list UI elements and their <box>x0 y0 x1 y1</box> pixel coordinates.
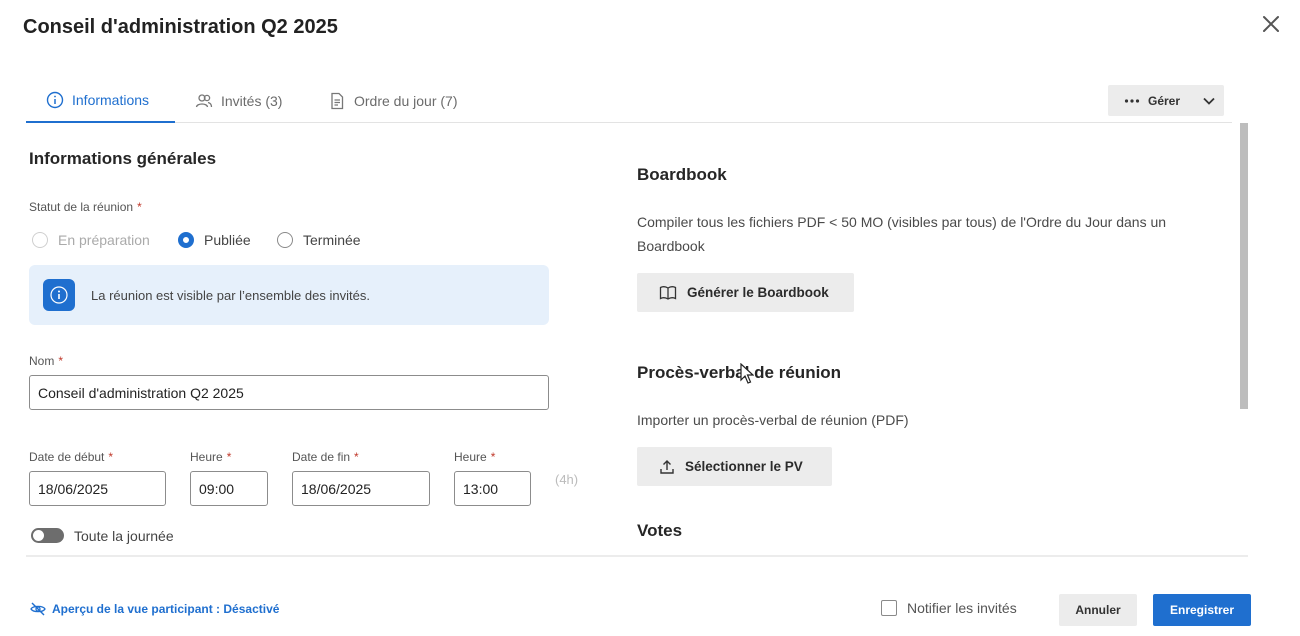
button-label: Sélectionner le PV <box>685 459 803 474</box>
radio-publiee[interactable]: Publiée <box>178 232 251 248</box>
section-title-general: Informations générales <box>29 149 217 168</box>
section-title-boardbook: Boardbook <box>637 165 727 184</box>
dialog-title: Conseil d'administration Q2 2025 <box>23 16 338 38</box>
radio-dot <box>178 232 194 248</box>
manage-label: Gérer <box>1148 93 1181 108</box>
footer-divider <box>26 555 1248 557</box>
button-label: Générer le Boardbook <box>687 285 829 300</box>
participant-preview-link[interactable]: Aperçu de la vue participant : Désactivé <box>30 602 279 616</box>
close-icon[interactable] <box>1259 12 1283 36</box>
all-day-label: Toute la journée <box>74 528 174 544</box>
tab-bar: Informations Invités (3) Ordre du jour (… <box>26 84 1232 123</box>
start-date-input[interactable]: 18/06/2025 <box>29 471 166 506</box>
section-title-votes: Votes <box>637 521 683 540</box>
preview-label: Aperçu de la vue participant : Désactivé <box>52 602 280 616</box>
radio-label: Terminée <box>303 232 361 248</box>
end-date-label: Date de fin * <box>292 450 359 464</box>
chevron-down-icon <box>1203 97 1215 105</box>
tab-label: Ordre du jour (7) <box>354 92 458 109</box>
notify-label: Notifier les invités <box>907 600 1017 616</box>
name-input[interactable]: Conseil d'administration Q2 2025 <box>29 375 549 410</box>
document-icon <box>331 92 344 109</box>
book-icon <box>659 285 677 300</box>
radio-dot <box>32 232 48 248</box>
end-date-input[interactable]: 18/06/2025 <box>292 471 430 506</box>
end-time-label: Heure * <box>454 450 496 464</box>
manage-button[interactable]: Gérer <box>1108 85 1224 116</box>
more-dots-icon <box>1124 98 1140 103</box>
radio-label: Publiée <box>204 232 251 248</box>
radio-en-preparation[interactable]: En préparation <box>32 232 150 248</box>
mouse-cursor-icon <box>740 363 754 384</box>
users-icon <box>195 93 213 107</box>
tab-ordre-du-jour[interactable]: Ordre du jour (7) <box>328 84 457 123</box>
tab-label: Invités (3) <box>221 92 283 109</box>
radio-dot <box>277 232 293 248</box>
status-label: Statut de la réunion * <box>29 200 142 214</box>
notify-checkbox[interactable]: Notifier les invités <box>881 600 1017 616</box>
tab-label: Informations <box>72 91 150 108</box>
info-message: La réunion est visible par l’ensemble de… <box>91 287 370 303</box>
duration-label: (4h) <box>555 472 579 487</box>
eye-off-icon <box>30 602 46 616</box>
tab-invites[interactable]: Invités (3) <box>195 84 282 123</box>
start-time-input[interactable]: 09:00 <box>190 471 268 506</box>
scrollbar[interactable] <box>1240 123 1248 409</box>
start-date-label: Date de début * <box>29 450 114 464</box>
info-banner: La réunion est visible par l’ensemble de… <box>29 265 549 325</box>
radio-label: En préparation <box>58 232 150 248</box>
info-circle-icon <box>46 91 64 108</box>
radio-terminee[interactable]: Terminée <box>277 232 361 248</box>
name-label: Nom * <box>29 354 64 368</box>
end-time-input[interactable]: 13:00 <box>454 471 531 506</box>
info-icon <box>43 279 75 311</box>
minutes-description: Importer un procès-verbal de réunion (PD… <box>637 412 909 428</box>
save-button[interactable]: Enregistrer <box>1153 594 1251 626</box>
upload-icon <box>660 459 674 474</box>
select-minutes-button[interactable]: Sélectionner le PV <box>637 447 832 486</box>
tab-informations[interactable]: Informations <box>26 84 175 123</box>
all-day-toggle[interactable] <box>31 528 64 543</box>
cancel-button[interactable]: Annuler <box>1059 594 1137 626</box>
boardbook-description: Compiler tous les fichiers PDF < 50 MO (… <box>637 214 1167 254</box>
generate-boardbook-button[interactable]: Générer le Boardbook <box>637 273 854 312</box>
checkbox-box <box>881 600 897 616</box>
start-time-label: Heure * <box>190 450 232 464</box>
toggle-knob <box>33 530 44 541</box>
